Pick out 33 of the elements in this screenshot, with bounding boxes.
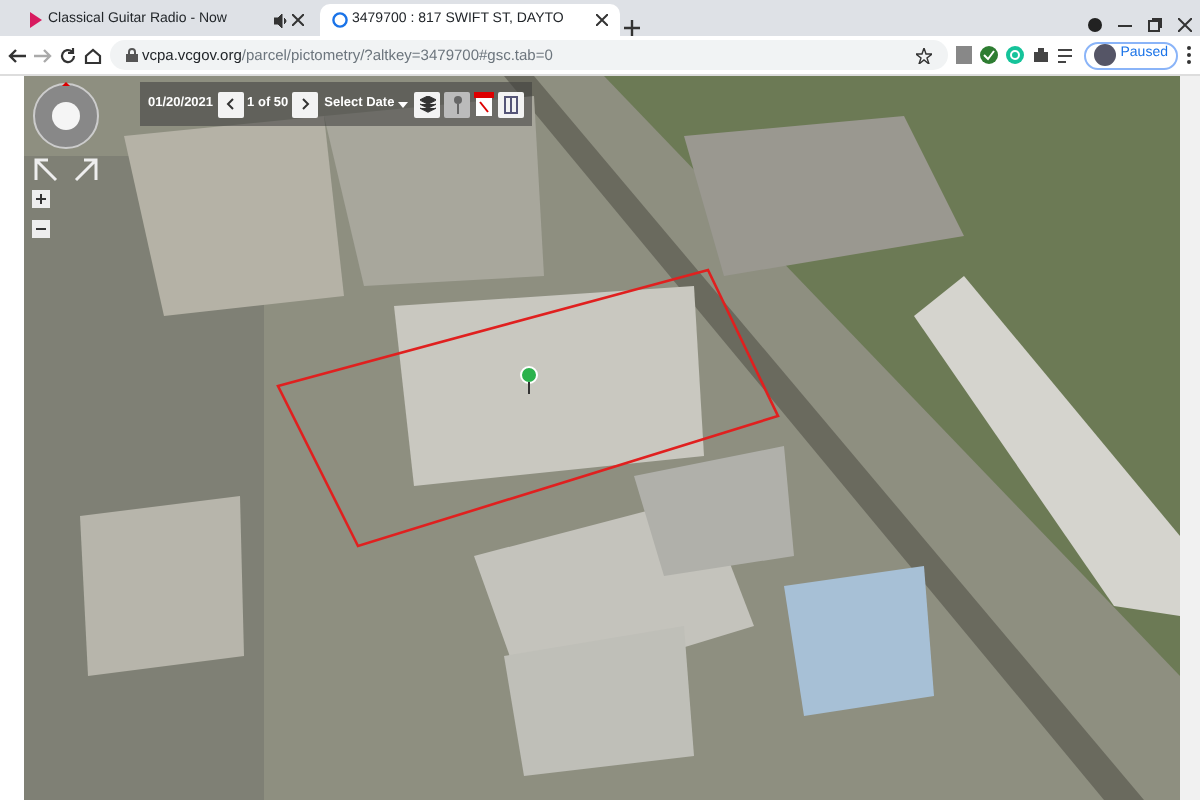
scrollbar[interactable] bbox=[1180, 76, 1200, 800]
chevron-left-icon bbox=[226, 98, 235, 110]
close-icon[interactable] bbox=[292, 14, 304, 26]
split-view-icon bbox=[504, 95, 519, 113]
compass-control[interactable] bbox=[32, 82, 100, 150]
minus-icon bbox=[36, 228, 46, 230]
caret-icon bbox=[398, 101, 409, 107]
avatar-icon bbox=[1094, 44, 1117, 66]
layers-button[interactable] bbox=[414, 91, 441, 117]
close-icon[interactable] bbox=[596, 14, 608, 26]
lock-icon bbox=[126, 48, 138, 62]
restore-icon[interactable] bbox=[1148, 18, 1162, 32]
chevron-right-icon bbox=[301, 98, 310, 110]
new-tab-icon[interactable] bbox=[624, 20, 640, 36]
split-view-button[interactable] bbox=[498, 91, 525, 117]
globe-icon bbox=[332, 12, 348, 28]
map-pin-icon bbox=[520, 366, 538, 394]
pin-icon bbox=[453, 95, 462, 113]
zoom-out-button[interactable] bbox=[32, 220, 50, 238]
favicon-icon bbox=[28, 12, 44, 28]
home-icon[interactable] bbox=[84, 47, 102, 63]
close-icon[interactable] bbox=[1178, 18, 1192, 32]
back-icon[interactable] bbox=[8, 47, 26, 63]
next-button[interactable] bbox=[292, 91, 319, 117]
plus-icon bbox=[36, 194, 46, 204]
layers-icon bbox=[419, 95, 436, 113]
zoom-in-button[interactable] bbox=[32, 190, 50, 208]
star-icon[interactable] bbox=[916, 47, 933, 63]
check-icon[interactable] bbox=[980, 46, 999, 64]
reload-icon[interactable] bbox=[60, 47, 76, 63]
menu-icon[interactable] bbox=[1186, 46, 1192, 64]
playlist-icon[interactable] bbox=[1058, 47, 1077, 63]
extension-icon[interactable] bbox=[1088, 18, 1102, 32]
